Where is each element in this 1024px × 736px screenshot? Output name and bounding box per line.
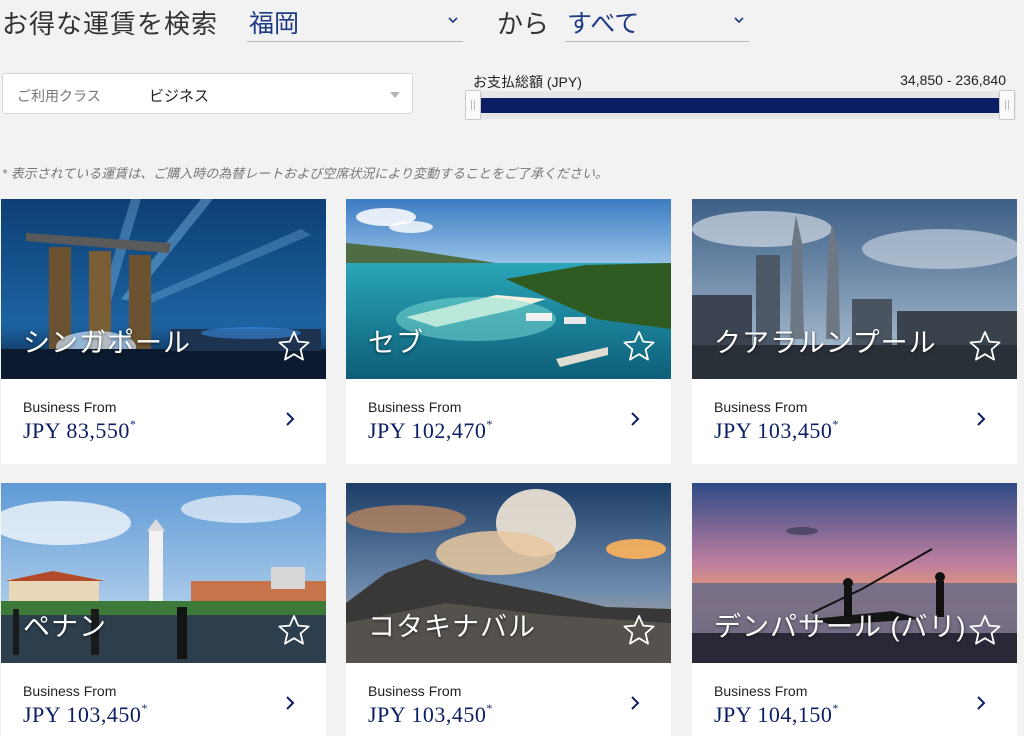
price-range-value: 34,850 - 236,840 xyxy=(900,72,1006,88)
chevron-down-icon xyxy=(448,17,458,24)
fare-price-mark: * xyxy=(832,700,839,715)
destination-card-kuala-lumpur[interactable]: クアラルンプール Business From JPY 103,450* xyxy=(692,199,1017,464)
class-select[interactable]: ご利用クラス ビジネス xyxy=(2,73,413,114)
fare-price: JPY 103,450* xyxy=(714,416,839,444)
fare-class-label: Business From xyxy=(714,683,808,699)
destination-card-singapore[interactable]: シンガポール Business From JPY 83,550* xyxy=(1,199,326,464)
fare-price: JPY 102,470* xyxy=(368,416,493,444)
fare-class-label: Business From xyxy=(368,399,462,415)
chevron-right-icon[interactable] xyxy=(284,410,296,428)
fare-price-value: JPY 103,450 xyxy=(368,702,487,727)
destination-name: セブ xyxy=(368,328,424,358)
star-outline-icon[interactable] xyxy=(622,613,656,647)
fare-price: JPY 83,550* xyxy=(23,416,137,444)
chevron-down-icon xyxy=(734,17,744,24)
star-outline-icon[interactable] xyxy=(968,329,1002,363)
fare-class-label: Business From xyxy=(23,683,117,699)
price-slider-min-handle[interactable] xyxy=(465,90,481,120)
destination-name: クアラルンプール xyxy=(714,328,937,358)
chevron-right-icon[interactable] xyxy=(629,694,641,712)
fare-price-mark: * xyxy=(486,700,493,715)
origin-value: 福岡 xyxy=(249,10,300,38)
fare-price-mark: * xyxy=(486,416,493,431)
destination-card-kota-kinabalu[interactable]: コタキナバル Business From JPY 103,450* xyxy=(346,483,671,736)
destination-select[interactable]: すべて xyxy=(565,0,749,42)
from-label: から xyxy=(497,9,550,39)
destination-value: すべて xyxy=(567,10,640,38)
class-select-value: ビジネス xyxy=(149,88,210,105)
chevron-right-icon[interactable] xyxy=(284,694,296,712)
fare-price: JPY 103,450* xyxy=(368,700,493,728)
fare-price-value: JPY 103,450 xyxy=(23,702,142,727)
chevron-right-icon[interactable] xyxy=(629,410,641,428)
price-slider-max-handle[interactable] xyxy=(999,90,1015,120)
fare-price-mark: * xyxy=(141,700,148,715)
price-slider-range xyxy=(480,98,1000,113)
destination-name: コタキナバル xyxy=(368,612,536,642)
fare-class-label: Business From xyxy=(368,683,462,699)
fare-price-value: JPY 83,550 xyxy=(23,418,130,443)
class-select-label: ご利用クラス xyxy=(17,88,101,104)
fare-price: JPY 104,150* xyxy=(714,700,839,728)
fare-price: JPY 103,450* xyxy=(23,700,148,728)
star-outline-icon[interactable] xyxy=(968,613,1002,647)
destination-name: デンパサール (バリ) xyxy=(714,612,967,642)
destination-card-cebu[interactable]: セブ Business From JPY 102,470* xyxy=(346,199,671,464)
chevron-right-icon[interactable] xyxy=(975,410,987,428)
destination-name: シンガポール xyxy=(23,328,191,358)
price-filter-label: お支払総額 (JPY) xyxy=(473,74,582,90)
destination-name: ペナン xyxy=(23,612,107,642)
fare-class-label: Business From xyxy=(23,399,117,415)
fare-price-value: JPY 104,150 xyxy=(714,702,833,727)
fare-price-value: JPY 102,470 xyxy=(368,418,487,443)
destination-card-penang[interactable]: ペナン Business From JPY 103,450* xyxy=(1,483,326,736)
fare-price-mark: * xyxy=(129,416,137,431)
star-outline-icon[interactable] xyxy=(277,613,311,647)
star-outline-icon[interactable] xyxy=(277,329,311,363)
fare-price-value: JPY 103,450 xyxy=(714,418,833,443)
page-title: お得な運賃を検索 xyxy=(2,9,219,39)
origin-select[interactable]: 福岡 xyxy=(247,0,463,42)
star-outline-icon[interactable] xyxy=(622,329,656,363)
fare-class-label: Business From xyxy=(714,399,808,415)
dropdown-triangle-icon xyxy=(390,92,400,98)
destination-card-denpasar[interactable]: デンパサール (バリ) Business From JPY 104,150* xyxy=(692,483,1017,736)
fare-price-mark: * xyxy=(832,416,839,431)
chevron-right-icon[interactable] xyxy=(975,694,987,712)
fare-disclaimer: * 表示されている運賃は、ご購入時の為替レートおよび空席状況により変動することを… xyxy=(2,166,609,181)
